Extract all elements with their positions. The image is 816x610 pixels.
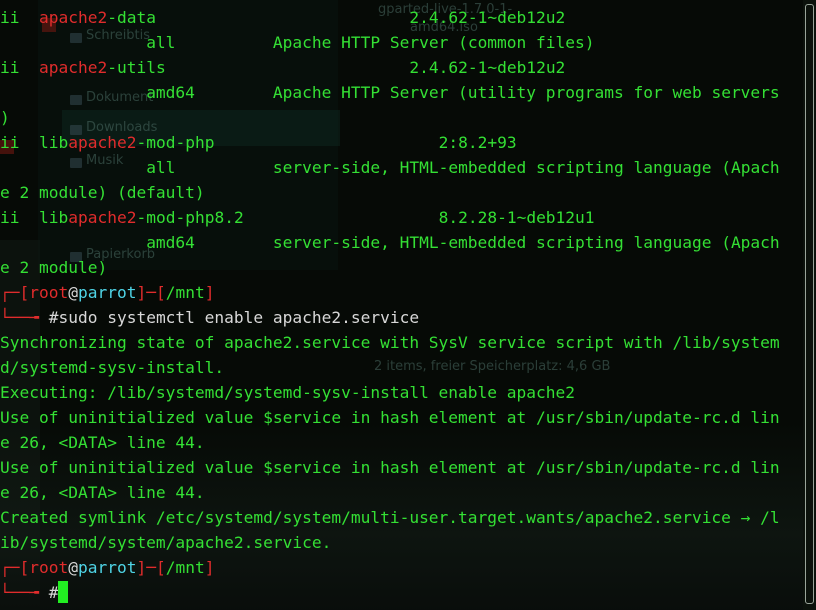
pkg-desc: server-side, HTML-embedded scripting lan… [272, 158, 780, 177]
output-line: e 26, <DATA> line 44. [0, 483, 205, 502]
package-row: ii libapache2-mod-php 2:8.2+93 [0, 130, 802, 155]
pkg-status: ii [0, 58, 20, 77]
package-row: ii libapache2-mod-php8.2 8.2.28-1~deb12u… [0, 205, 802, 230]
pkg-desc: server-side, HTML-embedded scripting lan… [272, 233, 780, 252]
output-line: d/systemd-sysv-install. [0, 358, 225, 377]
pkg-desc: Apache HTTP Server (common files) [272, 33, 595, 52]
package-desc-row: all server-side, HTML-embedded scripting… [0, 155, 802, 180]
pkg-name-match: apache2 [39, 8, 108, 27]
prompt-at: @ [68, 283, 78, 302]
pkg-name-pre: lib [39, 133, 69, 152]
command-input-line[interactable]: └──╼ # [0, 580, 802, 605]
output-line: ib/systemd/system/apache2.service. [0, 533, 332, 552]
prompt-symbol: # [48, 583, 59, 602]
prompt-path: /mnt [165, 283, 205, 302]
pkg-status: ii [0, 8, 20, 27]
pkg-version: 2:8.2+93 [438, 133, 517, 152]
pkg-status: ii [0, 133, 20, 152]
package-desc-row: all Apache HTTP Server (common files) [0, 30, 802, 55]
pkg-desc-wrap: ) [0, 108, 10, 127]
prompt-user: root [29, 558, 69, 577]
pkg-arch: amd64 [146, 233, 195, 252]
pkg-version: 8.2.28-1~deb12u1 [438, 208, 595, 227]
command-line: └──╼ #sudo systemctl enable apache2.serv… [0, 308, 420, 327]
pkg-desc-wrap: e 2 module) [0, 258, 108, 277]
command-text: sudo systemctl enable apache2.service [58, 308, 420, 327]
output-line: Use of uninitialized value $service in h… [0, 408, 780, 427]
pkg-arch: all [146, 33, 176, 52]
pkg-name-match: apache2 [68, 133, 137, 152]
pkg-status: ii [0, 208, 20, 227]
package-desc-wrap: e 2 module) (default) [0, 180, 802, 205]
output-line: Synchronizing state of apache2.service w… [0, 333, 780, 352]
prompt-host: parrot [77, 558, 137, 577]
pkg-version: 2.4.62-1~deb12u2 [409, 8, 566, 27]
pkg-name-match: apache2 [39, 58, 108, 77]
output-line: Use of uninitialized value $service in h… [0, 458, 780, 477]
pkg-name-match: apache2 [68, 208, 137, 227]
package-desc-wrap: e 2 module) [0, 255, 802, 280]
terminal-output: ii apache2-data 2.4.62-1~deb12u2 all Apa… [0, 5, 802, 605]
prompt-line: ┌─[root@parrot]─[/mnt] [0, 283, 215, 302]
prompt-at: @ [68, 558, 78, 577]
package-desc-row: amd64 Apache HTTP Server (utility progra… [0, 80, 802, 105]
prompt-user: root [29, 283, 69, 302]
output-line: Executing: /lib/systemd/systemd-sysv-ins… [0, 383, 575, 402]
prompt-line: ┌─[root@parrot]─[/mnt] [0, 558, 215, 577]
scrollbar-thumb[interactable] [805, 4, 814, 604]
pkg-name-pre: lib [39, 208, 69, 227]
pkg-desc: Apache HTTP Server (utility programs for… [272, 83, 780, 102]
pkg-name-post: -data [107, 8, 156, 27]
prompt-path: /mnt [165, 558, 205, 577]
prompt-host: parrot [77, 283, 137, 302]
pkg-arch: all [146, 158, 176, 177]
pkg-version: 2.4.62-1~deb12u2 [409, 58, 566, 77]
package-row: ii apache2-data 2.4.62-1~deb12u2 [0, 5, 802, 30]
pkg-desc-wrap: e 2 module) (default) [0, 183, 205, 202]
pkg-arch: amd64 [146, 83, 195, 102]
pkg-name-post: -utils [107, 58, 166, 77]
pkg-name-post: -mod-php [136, 133, 215, 152]
package-desc-row: amd64 server-side, HTML-embedded scripti… [0, 230, 802, 255]
terminal-cursor[interactable] [58, 581, 69, 603]
package-desc-wrap: ) [0, 105, 802, 130]
pkg-name-post: -mod-php8.2 [136, 208, 244, 227]
package-row: ii apache2-utils 2.4.62-1~deb12u2 [0, 55, 802, 80]
output-line: e 26, <DATA> line 44. [0, 433, 205, 452]
output-line: Created symlink /etc/systemd/system/mult… [0, 508, 780, 527]
